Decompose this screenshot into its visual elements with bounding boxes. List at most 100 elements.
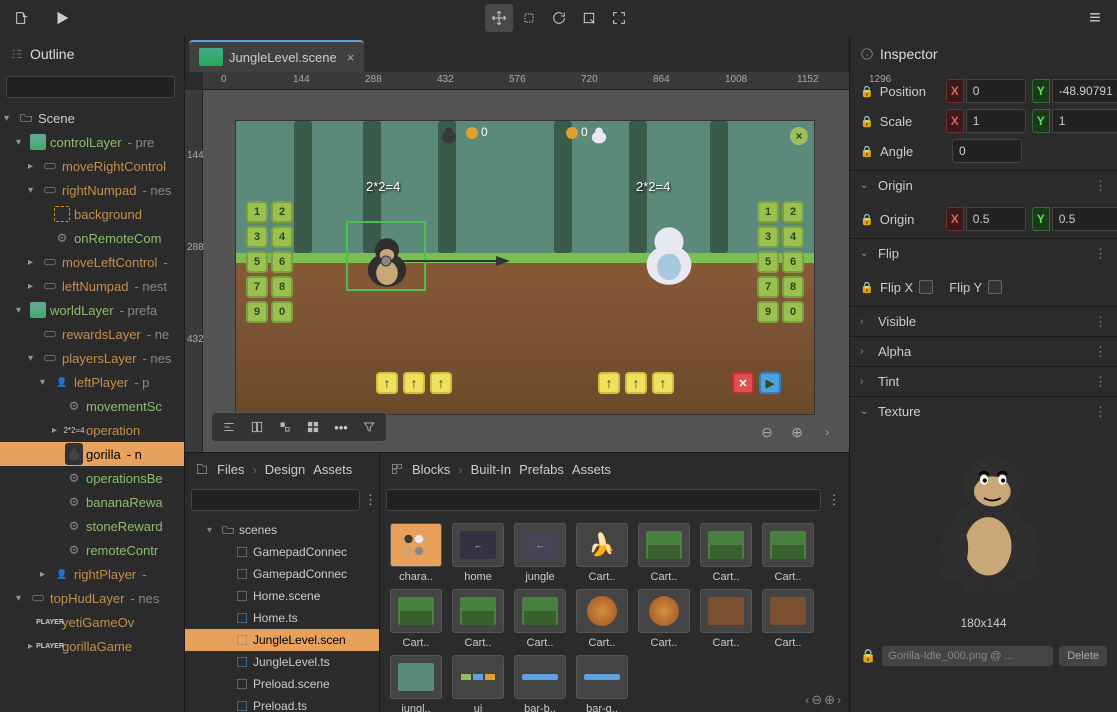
numpad-key[interactable]: 1: [246, 201, 268, 223]
tree-row[interactable]: movementSc: [0, 394, 184, 418]
alpha-section-header[interactable]: ›Alpha ⋮: [850, 336, 1117, 366]
tree-row[interactable]: ▸leftNumpad - nest: [0, 274, 184, 298]
delete-button[interactable]: Delete: [1059, 646, 1107, 666]
more-btn[interactable]: •••: [328, 414, 354, 440]
blocks-crumb-1[interactable]: Built-In: [471, 462, 511, 477]
numpad-key[interactable]: 7: [246, 276, 268, 298]
zoom-in-btn[interactable]: ⊕: [783, 418, 811, 446]
file-row[interactable]: JungleLevel.scen: [185, 629, 379, 651]
numpad-key[interactable]: 1: [757, 201, 779, 223]
texture-path[interactable]: Gorilla-Idle_000.png @ ...: [882, 646, 1053, 666]
asset-item[interactable]: Cart..: [450, 589, 506, 649]
tree-row[interactable]: ▸moveRightControl: [0, 154, 184, 178]
scale-y-input[interactable]: [1052, 109, 1117, 133]
open-file-button[interactable]: [8, 4, 36, 32]
numpad-key[interactable]: 3: [757, 226, 779, 248]
scene-tab[interactable]: JungleLevel.scene ×: [189, 40, 364, 72]
numpad-key[interactable]: 8: [271, 276, 293, 298]
texture-section-header[interactable]: ⌄Texture ⋮: [850, 396, 1117, 426]
asset-prev-btn[interactable]: ‹: [805, 693, 809, 707]
left-numpad[interactable]: 1234567890: [246, 201, 293, 348]
asset-zoom-in[interactable]: ⊕: [824, 692, 835, 708]
transform-tool[interactable]: [515, 4, 543, 32]
zoom-menu-btn[interactable]: ›: [813, 418, 841, 446]
asset-item[interactable]: Cart..: [760, 523, 816, 583]
asset-item[interactable]: bar-g..: [574, 655, 630, 712]
files-crumb-2[interactable]: Assets: [313, 462, 352, 477]
numpad-key[interactable]: 9: [246, 301, 268, 323]
flipx-checkbox[interactable]: [919, 280, 933, 294]
files-crumb-root[interactable]: Files: [217, 462, 244, 477]
move-handle[interactable]: [386, 251, 516, 271]
grid-btn[interactable]: [300, 414, 326, 440]
asset-item[interactable]: ←home: [450, 523, 506, 583]
game-canvas[interactable]: × 0 0 2*2=4 2*2=4 1234567890 1234567890: [235, 120, 815, 415]
tree-row[interactable]: ▾worldLayer - prefa: [0, 298, 184, 322]
tree-row[interactable]: background: [0, 202, 184, 226]
asset-item[interactable]: Cart..: [388, 589, 444, 649]
asset-item[interactable]: 🍌Cart..: [574, 523, 630, 583]
zoom-out-btn[interactable]: ⊖: [753, 418, 781, 446]
tree-row[interactable]: stoneReward: [0, 514, 184, 538]
file-row[interactable]: Preload.scene: [185, 673, 379, 695]
numpad-key[interactable]: 5: [246, 251, 268, 273]
tree-row[interactable]: bananaRewa: [0, 490, 184, 514]
position-y-input[interactable]: [1052, 79, 1117, 103]
asset-next-btn[interactable]: ›: [837, 693, 841, 707]
tint-section-header[interactable]: ›Tint ⋮: [850, 366, 1117, 396]
tree-row[interactable]: ▾👤leftPlayer - p: [0, 370, 184, 394]
asset-zoom-out[interactable]: ⊖: [811, 692, 822, 708]
asset-item[interactable]: chara..: [388, 523, 444, 583]
tree-row[interactable]: ▸👤rightPlayer -: [0, 562, 184, 586]
asset-item[interactable]: Cart..: [698, 589, 754, 649]
asset-item[interactable]: ui: [450, 655, 506, 712]
move-tool[interactable]: [485, 4, 513, 32]
numpad-key[interactable]: 6: [271, 251, 293, 273]
numpad-key[interactable]: 2: [782, 201, 804, 223]
tree-row[interactable]: ▾playersLayer - nes: [0, 346, 184, 370]
asset-item[interactable]: ←jungle: [512, 523, 568, 583]
tree-row[interactable]: rewardsLayer - ne: [0, 322, 184, 346]
blocks-crumb-2[interactable]: Prefabs: [519, 462, 564, 477]
tree-row[interactable]: ▾controlLayer - pre: [0, 130, 184, 154]
origin-section-header[interactable]: ⌄Origin ⋮: [850, 170, 1117, 200]
flipy-checkbox[interactable]: [988, 280, 1002, 294]
flip-section-header[interactable]: ⌄Flip ⋮: [850, 238, 1117, 268]
fullscreen-tool[interactable]: [605, 4, 633, 32]
tab-close-icon[interactable]: ×: [347, 50, 355, 65]
file-row[interactable]: GamepadConnec: [185, 541, 379, 563]
file-row[interactable]: Preload.ts: [185, 695, 379, 712]
numpad-key[interactable]: 0: [782, 301, 804, 323]
blocks-more-button[interactable]: ⋮: [825, 489, 843, 511]
lock-icon[interactable]: 🔒: [860, 85, 874, 98]
align-left-btn[interactable]: [216, 414, 242, 440]
blocks-search-input[interactable]: [386, 489, 821, 511]
asset-item[interactable]: Cart..: [512, 589, 568, 649]
close-badge[interactable]: ×: [790, 127, 808, 145]
tree-row[interactable]: ▸2*2=4operation: [0, 418, 184, 442]
tree-row[interactable]: gorilla - n: [0, 442, 184, 466]
blocks-crumb-3[interactable]: Assets: [572, 462, 611, 477]
tree-row[interactable]: onRemoteCom: [0, 226, 184, 250]
file-row[interactable]: GamepadConnec: [185, 563, 379, 585]
asset-item[interactable]: Cart..: [636, 589, 692, 649]
angle-input[interactable]: [952, 139, 1022, 163]
files-crumb-1[interactable]: Design: [265, 462, 305, 477]
numpad-key[interactable]: 5: [757, 251, 779, 273]
tree-row-scene[interactable]: ▾ Scene: [0, 106, 184, 130]
file-row[interactable]: ▾scenes: [185, 519, 379, 541]
layout-btn[interactable]: [272, 414, 298, 440]
numpad-key[interactable]: 9: [757, 301, 779, 323]
tree-row[interactable]: operationsBe: [0, 466, 184, 490]
numpad-key[interactable]: 4: [271, 226, 293, 248]
right-numpad[interactable]: 1234567890: [757, 201, 804, 348]
position-x-input[interactable]: [966, 79, 1026, 103]
numpad-key[interactable]: 6: [782, 251, 804, 273]
play-button[interactable]: [48, 4, 76, 32]
asset-item[interactable]: Cart..: [760, 589, 816, 649]
tree-row[interactable]: ▾topHudLayer - nes: [0, 586, 184, 610]
canvas-area[interactable]: × 0 0 2*2=4 2*2=4 1234567890 1234567890: [203, 90, 849, 452]
visible-section-header[interactable]: ›Visible ⋮: [850, 306, 1117, 336]
select-tool[interactable]: [575, 4, 603, 32]
asset-item[interactable]: Cart..: [698, 523, 754, 583]
